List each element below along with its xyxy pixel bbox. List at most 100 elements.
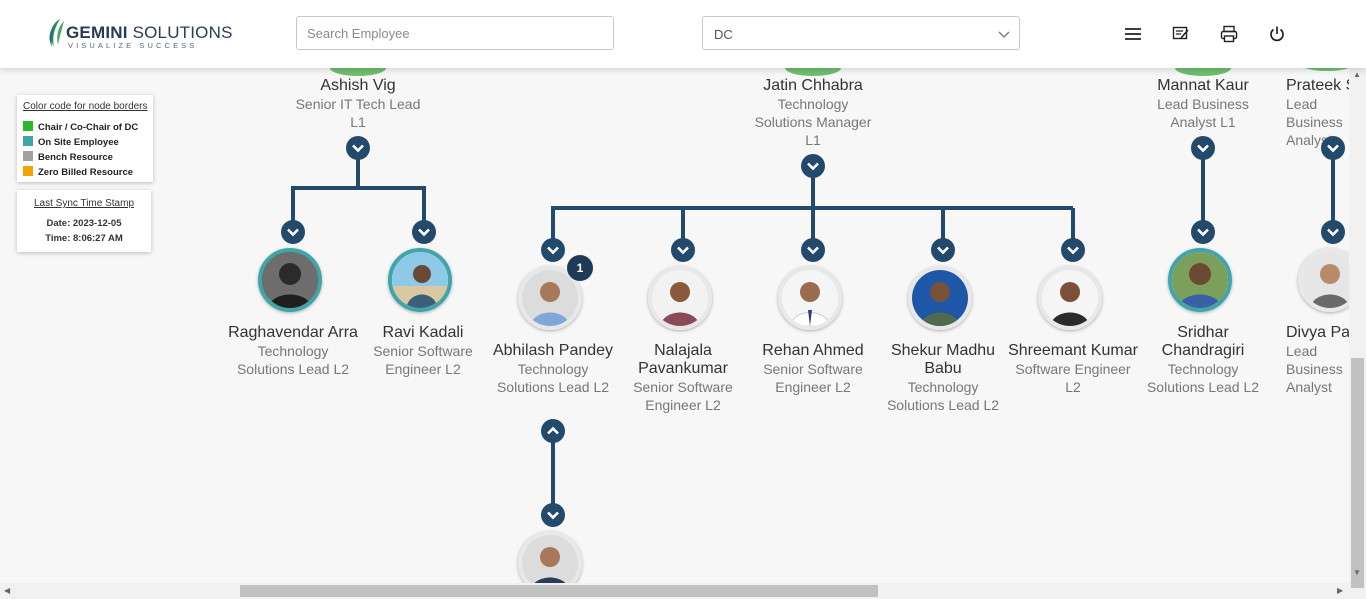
chevron-down-icon	[1197, 144, 1209, 153]
node-name: Divya Pa	[1286, 324, 1349, 341]
chevron-down-icon	[1327, 228, 1339, 237]
person-photo-icon	[1042, 270, 1098, 326]
node-name: Rehan Ahmed	[762, 342, 864, 359]
node-name: Shekur Madhu Babu	[890, 342, 996, 377]
node-name: Ashish Vig	[320, 77, 396, 94]
node-raghavendar-arra[interactable]: Raghavendar Arra Technology Solutions Le…	[228, 324, 358, 378]
node-role: Technology Solutions Lead L2	[236, 343, 350, 377]
chevron-down-icon	[1327, 144, 1339, 153]
avatar[interactable]	[648, 266, 712, 330]
node-role: Senior Software Engineer L2	[633, 379, 733, 413]
department-select[interactable]: DC	[702, 16, 1020, 50]
print-icon[interactable]	[1220, 25, 1238, 43]
chevron-down-icon	[352, 144, 364, 153]
node-ashish-vig[interactable]: Ashish Vig Senior IT Tech Lead L1	[293, 77, 423, 131]
scroll-left-arrow-icon[interactable]: ◀	[4, 586, 10, 595]
node-name: Raghavendar Arra	[228, 324, 358, 341]
person-photo-icon	[782, 270, 838, 326]
collapse-toggle[interactable]	[346, 136, 370, 160]
node-role: Senior Software Engineer L2	[763, 361, 863, 395]
node-role: Senior IT Tech Lead L1	[295, 96, 421, 130]
horizontal-scroll-thumb[interactable]	[240, 585, 878, 597]
node-role: Lead Business Analyst	[1286, 343, 1343, 395]
direct-reports-badge: 1	[567, 255, 593, 281]
avatar[interactable]	[258, 248, 322, 312]
node-sridhar-chandragiri[interactable]: Sridhar Chandragiri Technology Solutions…	[1138, 324, 1268, 396]
node-name: Sridhar Chandragiri	[1161, 324, 1245, 359]
company-logo[interactable]: GEMINI SOLUTIONS VISUALIZE SUCCESS	[46, 17, 232, 51]
node-role: Technology Solutions Lead L2	[1146, 361, 1260, 395]
node-name: Jatin Chhabra	[763, 77, 863, 94]
expand-toggle[interactable]	[1321, 220, 1345, 244]
chevron-down-icon	[547, 511, 559, 520]
node-divya[interactable]: Divya Pa Lead Business Analyst	[1268, 324, 1349, 396]
expand-toggle[interactable]	[541, 503, 565, 527]
chevron-down-icon	[998, 31, 1010, 38]
node-abhilash-pandey[interactable]: Abhilash Pandey Technology Solutions Lea…	[488, 342, 618, 396]
logo-tagline: VISUALIZE SUCCESS	[68, 41, 198, 50]
scroll-right-arrow-icon[interactable]: ▶	[1337, 586, 1343, 595]
avatar[interactable]	[1168, 248, 1232, 312]
node-nalajala-pavankumar[interactable]: Nalajala Pavankumar Senior Software Engi…	[618, 342, 748, 414]
collapse-toggle[interactable]	[801, 154, 825, 178]
collapse-toggle[interactable]	[1321, 136, 1345, 160]
node-shekur-madhu-babu[interactable]: Shekur Madhu Babu Technology Solutions L…	[878, 342, 1008, 414]
expand-toggle[interactable]	[281, 220, 305, 244]
expand-toggle[interactable]	[412, 220, 436, 244]
node-shreemant-kumar[interactable]: Shreemant Kumar Software Engineer L2	[1008, 342, 1138, 396]
chevron-down-icon	[418, 228, 430, 237]
node-mannat-kaur[interactable]: Mannat Kaur Lead Business Analyst L1	[1138, 77, 1268, 131]
chevron-down-icon	[547, 246, 559, 255]
node-role: Technology Solutions Manager L1	[754, 96, 872, 148]
scroll-down-arrow-icon[interactable]: ▼	[1353, 568, 1361, 577]
person-photo-icon	[1172, 252, 1228, 308]
node-rehan-ahmed[interactable]: Rehan Ahmed Senior Software Engineer L2	[748, 342, 878, 396]
logo-brand: GEMINI SOLUTIONS	[66, 23, 233, 42]
node-jatin-chhabra[interactable]: Jatin Chhabra Technology Solutions Manag…	[748, 77, 878, 149]
node-role: Senior Software Engineer L2	[373, 343, 473, 377]
chevron-down-icon	[807, 162, 819, 171]
node-name: Nalajala Pavankumar	[638, 342, 728, 377]
avatar[interactable]	[388, 248, 452, 312]
collapse-toggle[interactable]	[541, 419, 565, 443]
collapse-toggle[interactable]	[1191, 136, 1215, 160]
node-ravi-kadali[interactable]: Ravi Kadali Senior Software Engineer L2	[358, 324, 488, 378]
chevron-up-icon	[547, 426, 559, 435]
chevron-down-icon	[937, 246, 949, 255]
horizontal-scrollbar[interactable]: ◀ ▶	[0, 583, 1349, 599]
vertical-scroll-thumb[interactable]	[1351, 358, 1364, 588]
vertical-scrollbar[interactable]: ▲ ▼	[1349, 68, 1366, 599]
department-select-value: DC	[714, 27, 733, 42]
top-header: GEMINI SOLUTIONS VISUALIZE SUCCESS DC	[0, 0, 1366, 68]
node-name: Abhilash Pandey	[492, 342, 614, 359]
person-photo-icon	[652, 270, 708, 326]
chevron-down-icon	[677, 246, 689, 255]
chevron-down-icon	[807, 246, 819, 255]
person-photo-icon	[262, 252, 318, 308]
chevron-down-icon	[1197, 228, 1209, 237]
node-role: Technology Solutions Lead L2	[496, 361, 610, 395]
expand-toggle[interactable]	[801, 238, 825, 262]
leaf-logo-icon	[49, 19, 64, 47]
node-role: Software Engineer L2	[1015, 361, 1131, 395]
node-name: Shreemant Kumar	[1008, 342, 1138, 359]
expand-toggle[interactable]	[1191, 220, 1215, 244]
search-employee-input[interactable]	[296, 16, 614, 50]
avatar[interactable]	[1038, 266, 1102, 330]
avatar[interactable]	[778, 266, 842, 330]
node-role: Lead Business Analyst L1	[1157, 96, 1249, 130]
power-icon[interactable]	[1268, 25, 1286, 43]
expand-toggle[interactable]	[541, 238, 565, 262]
node-name: Ravi Kadali	[382, 324, 464, 341]
feedback-icon[interactable]	[1172, 25, 1190, 43]
scroll-up-arrow-icon[interactable]: ▲	[1353, 70, 1361, 79]
expand-toggle[interactable]	[1061, 238, 1085, 262]
node-name: Mannat Kaur	[1157, 77, 1249, 94]
expand-toggle[interactable]	[931, 238, 955, 262]
person-photo-icon	[392, 252, 448, 308]
expand-toggle[interactable]	[671, 238, 695, 262]
chevron-down-icon	[287, 228, 299, 237]
menu-icon[interactable]	[1124, 25, 1142, 43]
avatar[interactable]	[908, 266, 972, 330]
chevron-down-icon	[1067, 246, 1079, 255]
